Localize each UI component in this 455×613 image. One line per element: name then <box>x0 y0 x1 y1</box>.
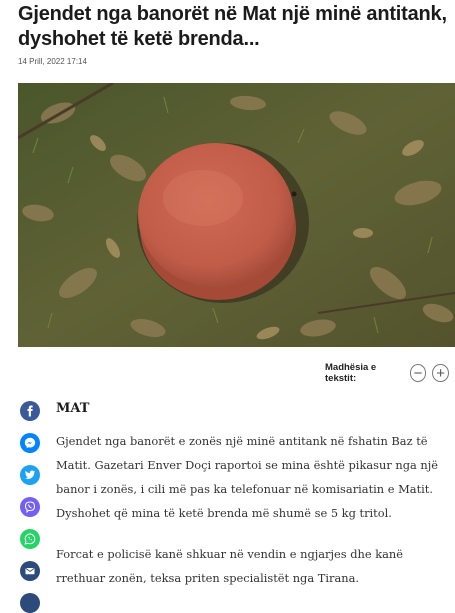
section-label[interactable]: MAT <box>56 401 89 416</box>
more-share-button[interactable] <box>20 593 40 613</box>
viber-icon <box>24 501 36 513</box>
facebook-share-button[interactable] <box>20 401 40 421</box>
viber-share-button[interactable] <box>20 497 40 517</box>
decrease-font-button[interactable]: − <box>409 364 427 382</box>
twitter-share-button[interactable] <box>20 465 40 485</box>
article-paragraph: Forcat e policisë kanë shkuar në vendin … <box>56 547 404 585</box>
facebook-icon <box>27 405 33 417</box>
email-share-button[interactable] <box>20 561 40 581</box>
article-photo <box>18 83 455 347</box>
twitter-icon <box>25 470 36 479</box>
increase-font-button[interactable]: + <box>432 364 449 382</box>
article-date: 14 Prill, 2022 17:14 <box>18 57 87 66</box>
whatsapp-share-button[interactable] <box>20 529 40 549</box>
email-icon <box>25 568 35 575</box>
article-title: Gjendet nga banorët në Mat një minë anti… <box>18 3 447 50</box>
font-size-label: Madhësia e tekstit: <box>325 362 377 384</box>
whatsapp-icon <box>24 533 36 545</box>
messenger-icon <box>24 437 36 449</box>
messenger-share-button[interactable] <box>20 433 40 453</box>
article-paragraph: Gjendet nga banorët e zonës një minë ant… <box>56 434 439 520</box>
font-size-control: Madhësia e tekstit: − + <box>325 361 455 385</box>
